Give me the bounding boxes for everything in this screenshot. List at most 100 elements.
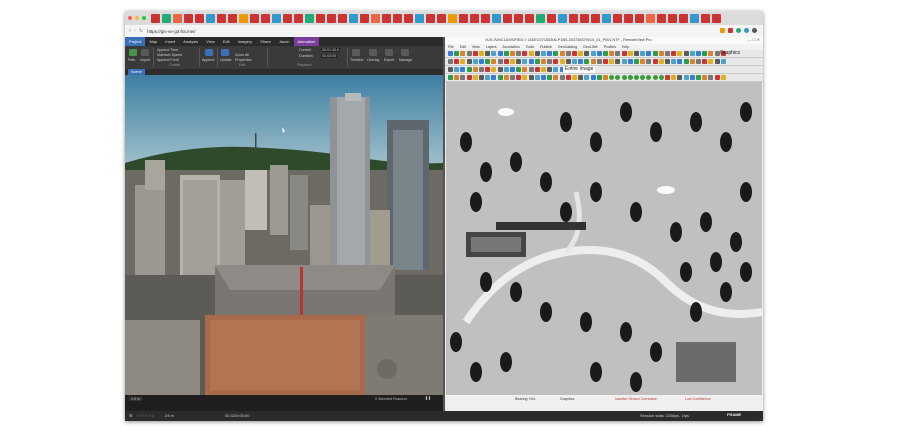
toolbar-button-icon[interactable]: [671, 75, 677, 80]
browser-tab[interactable]: [613, 13, 622, 23]
toolbar-button-icon[interactable]: [665, 75, 670, 80]
minimize-window-icon[interactable]: [135, 16, 139, 20]
toolbar-button-icon[interactable]: [683, 75, 689, 80]
toolbar-button-icon[interactable]: [497, 67, 503, 72]
toolbar-button-icon[interactable]: [448, 59, 453, 64]
toolbar-button-icon[interactable]: [652, 59, 658, 64]
toolbar-button-icon[interactable]: [609, 75, 615, 80]
toolbar-button-icon[interactable]: [603, 51, 608, 56]
browser-tab[interactable]: [437, 13, 446, 23]
toolbar-button-icon[interactable]: [689, 75, 695, 80]
toolbar-button-icon[interactable]: [596, 59, 602, 64]
browser-tab[interactable]: [173, 13, 182, 23]
toolbar-button-icon[interactable]: [621, 59, 627, 64]
toolbar-button-icon[interactable]: [466, 67, 472, 72]
toolbar-button-icon[interactable]: [596, 51, 602, 56]
browser-tab[interactable]: [624, 13, 633, 23]
toolbar-button-icon[interactable]: [603, 75, 608, 80]
browser-tab[interactable]: [459, 13, 468, 23]
browser-tab[interactable]: [536, 13, 545, 23]
extension-icon[interactable]: [720, 28, 725, 33]
browser-tab[interactable]: [514, 13, 523, 23]
browser-tab[interactable]: [657, 13, 666, 23]
toolbar-button-icon[interactable]: [503, 67, 509, 72]
toolbar-button-icon[interactable]: [615, 75, 621, 80]
toolbar-button-icon[interactable]: [665, 51, 670, 56]
toolbar-button-icon[interactable]: [528, 67, 534, 72]
toolbar-button-icon[interactable]: [627, 51, 633, 56]
window-controls-icon[interactable]: — ☐ ✕: [748, 37, 761, 44]
toolbar-button-icon[interactable]: [708, 75, 714, 80]
browser-tab[interactable]: [250, 13, 259, 23]
toolbar-button-icon[interactable]: [671, 51, 677, 56]
toolbar-button-icon[interactable]: [634, 51, 639, 56]
browser-tab[interactable]: [481, 13, 490, 23]
browser-tab[interactable]: [448, 13, 457, 23]
toolbar-button-icon[interactable]: [646, 59, 652, 64]
timeline-icon[interactable]: [352, 49, 360, 56]
toolbar-button-icon[interactable]: [510, 51, 515, 56]
toolbar-button-icon[interactable]: [640, 75, 646, 80]
toolbar-button-icon[interactable]: [696, 59, 701, 64]
browser-tab[interactable]: [679, 13, 688, 23]
toolbar-button-icon[interactable]: [677, 59, 683, 64]
maintain-speed-option[interactable]: Maintain Speed: [157, 53, 182, 57]
toolbar-button-icon[interactable]: [708, 59, 714, 64]
toolbar-button-icon[interactable]: [714, 51, 720, 56]
toolbar-button-icon[interactable]: [640, 59, 646, 64]
browser-tab[interactable]: [294, 13, 303, 23]
extension-icon[interactable]: [744, 28, 749, 33]
browser-tab[interactable]: [283, 13, 292, 23]
toolbar-button-icon[interactable]: [652, 51, 658, 56]
tab-insert[interactable]: Insert: [161, 37, 179, 46]
toolbar-button-icon[interactable]: [528, 51, 534, 56]
toolbar-button-icon[interactable]: [485, 67, 491, 72]
browser-tab[interactable]: [569, 13, 578, 23]
tab-view[interactable]: View: [202, 37, 219, 46]
toolbar-button-icon[interactable]: [671, 59, 677, 64]
toolbar-button-icon[interactable]: [627, 75, 633, 80]
browser-tab[interactable]: [492, 13, 501, 23]
browser-tab[interactable]: [360, 13, 369, 23]
toolbar-button-icon[interactable]: [547, 75, 553, 80]
browser-tab[interactable]: [547, 13, 556, 23]
browser-tab[interactable]: [646, 13, 655, 23]
toolbar-button-icon[interactable]: [460, 51, 466, 56]
toolbar-button-icon[interactable]: [454, 51, 460, 56]
toolbar-button-icon[interactable]: [559, 59, 565, 64]
browser-tab[interactable]: [426, 13, 435, 23]
3d-scene-view[interactable]: [125, 75, 443, 395]
toolbar-button-icon[interactable]: [572, 59, 577, 64]
browser-tab[interactable]: [503, 13, 512, 23]
tab-jacon[interactable]: Jacon: [275, 37, 294, 46]
browser-tab[interactable]: [635, 13, 644, 23]
browser-tab[interactable]: [316, 13, 325, 23]
graphics-dropdown[interactable]: Graphics: [720, 50, 740, 57]
toolbar-button-icon[interactable]: [497, 51, 503, 56]
toolbar-button-icon[interactable]: [516, 67, 522, 72]
browser-tab[interactable]: [371, 13, 380, 23]
toolbar-button-icon[interactable]: [677, 51, 683, 56]
toolbar-button-icon[interactable]: [466, 75, 472, 80]
browser-tab[interactable]: [382, 13, 391, 23]
browser-tab[interactable]: [327, 13, 336, 23]
toolbar-button-icon[interactable]: [522, 75, 528, 80]
browser-tab[interactable]: [701, 13, 710, 23]
toolbar-button-icon[interactable]: [448, 51, 453, 56]
toolbar-button-icon[interactable]: [714, 59, 720, 64]
toolbar-button-icon[interactable]: [634, 59, 639, 64]
toolbar-button-icon[interactable]: [510, 75, 515, 80]
maximize-window-icon[interactable]: [142, 16, 146, 20]
export-icon[interactable]: [385, 49, 393, 56]
toolbar-button-icon[interactable]: [553, 59, 559, 64]
toolbar-button-icon[interactable]: [609, 51, 615, 56]
toolbar-button-icon[interactable]: [522, 51, 528, 56]
browser-tab[interactable]: [580, 13, 589, 23]
tab-analysis[interactable]: Analysis: [179, 37, 202, 46]
properties-button[interactable]: Properties: [235, 58, 251, 62]
toolbar-button-icon[interactable]: [472, 67, 478, 72]
toolbar-button-icon[interactable]: [547, 67, 553, 72]
toolbar-button-icon[interactable]: [553, 51, 559, 56]
current-time-field[interactable]: 00:01:40.6: [321, 48, 340, 52]
manage-icon[interactable]: [401, 49, 409, 56]
